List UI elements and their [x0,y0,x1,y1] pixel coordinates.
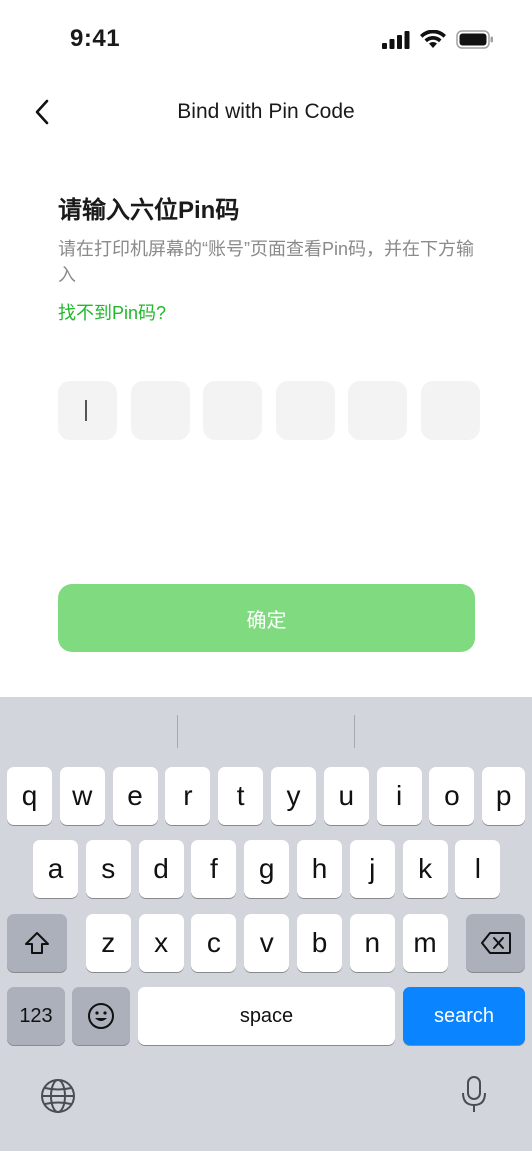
cellular-signal-icon [382,30,410,49]
page-title: Bind with Pin Code [177,100,355,123]
nav-bar: Bind with Pin Code [0,84,532,140]
key-j[interactable]: j [349,840,395,898]
delete-icon [480,932,511,954]
delete-key[interactable] [466,914,525,972]
shift-icon [25,932,49,954]
key-d[interactable]: d [138,840,184,898]
pin-digit-2[interactable] [130,381,190,440]
key-s[interactable]: s [85,840,131,898]
find-pin-link[interactable]: 找不到Pin码? [58,299,166,325]
emoji-key[interactable] [72,987,130,1045]
key-p[interactable]: p [482,767,526,825]
pin-digit-6[interactable] [420,381,480,440]
key-z[interactable]: z [85,914,131,972]
pin-input-row [58,381,480,440]
key-i[interactable]: i [376,767,422,825]
keyboard: q w e r t y u i o p a s d f g h j k l z … [0,697,532,1151]
wifi-icon [420,30,446,48]
globe-icon [41,1079,75,1113]
pin-digit-5[interactable] [348,381,408,440]
key-f[interactable]: f [191,840,237,898]
key-t[interactable]: t [218,767,264,825]
globe-button[interactable] [40,1078,76,1119]
pin-heading: 请输入六位Pin码 [58,197,240,224]
key-a[interactable]: a [33,840,78,898]
text-cursor [85,400,87,421]
pin-digit-1[interactable] [58,381,117,440]
key-q[interactable]: q [7,767,52,825]
confirm-button[interactable]: 确定 [58,584,475,652]
microphone-icon [462,1076,486,1112]
key-x[interactable]: x [138,914,184,972]
key-v[interactable]: v [244,914,290,972]
status-bar: 9:41 [0,0,532,84]
status-icons [382,30,494,49]
key-y[interactable]: y [271,767,316,825]
key-h[interactable]: h [297,840,342,898]
shift-key[interactable] [7,914,67,972]
numbers-key[interactable]: 123 [7,987,65,1045]
key-n[interactable]: n [349,914,395,972]
search-key[interactable]: search [403,987,525,1045]
suggestion-divider [177,715,178,748]
status-time: 9:41 [70,25,121,52]
battery-icon [456,30,493,49]
key-g[interactable]: g [244,840,290,898]
key-w[interactable]: w [59,767,105,825]
key-r[interactable]: r [165,767,211,825]
key-e[interactable]: e [112,767,158,825]
pin-digit-4[interactable] [275,381,335,440]
key-o[interactable]: o [429,767,475,825]
space-key[interactable]: space [138,987,395,1045]
key-l[interactable]: l [455,840,501,898]
dictation-button[interactable] [460,1075,488,1120]
key-b[interactable]: b [297,914,342,972]
suggestion-divider [354,715,355,748]
emoji-icon [88,1003,114,1029]
pin-description: 请在打印机屏幕的“账号”页面查看Pin码，并在下方输入 [58,239,475,285]
key-m[interactable]: m [402,914,448,972]
key-k[interactable]: k [402,840,448,898]
key-c[interactable]: c [191,914,237,972]
key-u[interactable]: u [323,767,369,825]
pin-digit-3[interactable] [203,381,263,440]
